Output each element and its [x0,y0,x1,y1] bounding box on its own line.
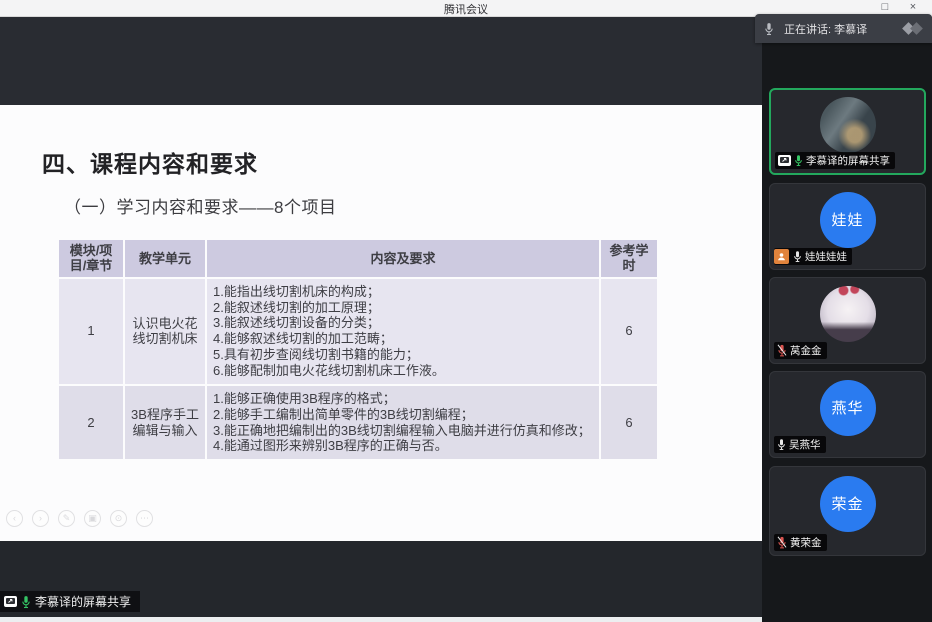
requirement-item: 1.能指出线切割机床的构成； [213,284,593,300]
microphone-on-icon [777,438,786,451]
cell-unit: 3B程序手工编辑与输入 [125,386,205,459]
participant-label: 吴燕华 [774,436,826,453]
cell-unit: 认识电火花线切割机床 [125,279,205,384]
avatar: 荣金 [820,476,876,532]
collapse-diamonds-icon [902,21,924,37]
next-slide-icon: › [32,510,49,527]
slide-subtitle: （一）学习内容和要求——8个项目 [64,193,336,218]
table-row: 1 认识电火花线切割机床 1.能指出线切割机床的构成； 2.能叙述线切割的加工原… [59,279,657,384]
microphone-icon [764,22,774,36]
requirement-item: 5.具有初步查阅线切割书籍的能力； [213,347,593,363]
participant-label: 李慕译的屏幕共享 [775,152,895,169]
screen-share-banner-label: 李慕译的屏幕共享 [35,593,131,610]
microphone-on-icon [21,595,31,609]
participant-tile[interactable]: 荣金 黄荣金 [769,466,926,556]
participant-tile[interactable]: 燕华 吴燕华 [769,371,926,458]
screen-share-banner: 李慕译的屏幕共享 [0,591,140,612]
slideshow-toolbar: ‹ › ✎ ▣ ⊙ ⋯ [6,510,153,527]
participant-label: 莴金金 [774,342,827,359]
cell-module: 2 [59,386,123,459]
header-unit: 教学单元 [125,240,205,277]
requirement-item: 3.能正确地把编制出的3B线切割编程输入电脑并进行仿真和修改； [213,423,593,439]
previous-slide-icon: ‹ [6,510,23,527]
screen-share-icon [778,155,791,166]
participant-label: 黄荣金 [774,534,827,551]
participant-tile[interactable]: 娃娃 娃娃娃娃 [769,183,926,270]
requirement-item: 1.能够正确使用3B程序的格式； [213,391,593,407]
zoom-icon: ⊙ [110,510,127,527]
microphone-on-icon [793,250,802,263]
screen-share-icon [4,596,17,607]
requirement-item: 4.能够叙述线切割的加工范畴； [213,331,593,347]
cell-module: 1 [59,279,123,384]
requirement-item: 2.能够手工编制出简单零件的3B线切割编程； [213,407,593,423]
cell-hours: 6 [601,386,657,459]
cell-requirements: 1.能够正确使用3B程序的格式； 2.能够手工编制出简单零件的3B线切割编程； … [207,386,599,459]
pen-icon: ✎ [58,510,75,527]
speaking-indicator-banner: 正在讲话: 李慕译 [755,14,932,43]
avatar [820,286,876,342]
requirement-item: 3.能叙述线切割设备的分类； [213,315,593,331]
table-row: 2 3B程序手工编辑与输入 1.能够正确使用3B程序的格式； 2.能够手工编制出… [59,386,657,459]
header-module: 模块/项目/章节 [59,240,123,277]
cell-hours: 6 [601,279,657,384]
more-options-icon: ⋯ [136,510,153,527]
avatar: 娃娃 [820,192,876,248]
participant-name: 莴金金 [790,343,822,358]
participant-name: 黄荣金 [790,535,822,550]
slide-title: 四、课程内容和要求 [42,145,258,179]
all-slides-icon: ▣ [84,510,101,527]
table-header-row: 模块/项目/章节 教学单元 内容及要求 参考学时 [59,240,657,277]
avatar [820,97,876,153]
participant-label: 娃娃娃娃 [774,248,852,265]
microphone-on-icon [794,154,803,167]
participant-name: 李慕译的屏幕共享 [806,153,890,168]
speaking-indicator-label: 正在讲话: 李慕译 [784,21,867,37]
cell-requirements: 1.能指出线切割机床的构成； 2.能叙述线切割的加工原理； 3.能叙述线切割设备… [207,279,599,384]
microphone-muted-icon [777,536,787,549]
participant-name: 吴燕华 [789,437,821,452]
participant-tile[interactable]: 莴金金 [769,277,926,364]
header-hours: 参考学时 [601,240,657,277]
course-content-table: 模块/项目/章节 教学单元 内容及要求 参考学时 1 认识电火花线切割机床 1.… [57,238,659,461]
participant-name: 娃娃娃娃 [805,249,847,264]
requirement-item: 6.能够配制加电火花线切割机床工作液。 [213,363,593,379]
host-badge-icon [774,249,789,264]
header-requirements: 内容及要求 [207,240,599,277]
requirement-item: 4.能通过图形来辨别3B程序的正确与否。 [213,438,593,454]
requirement-item: 2.能叙述线切割的加工原理； [213,300,593,316]
microphone-muted-icon [777,344,787,357]
participant-tile-sharer[interactable]: 李慕译的屏幕共享 [769,88,926,175]
avatar: 燕华 [820,380,876,436]
presentation-slide: 四、课程内容和要求 （一）学习内容和要求——8个项目 模块/项目/章节 教学单元… [0,105,762,541]
